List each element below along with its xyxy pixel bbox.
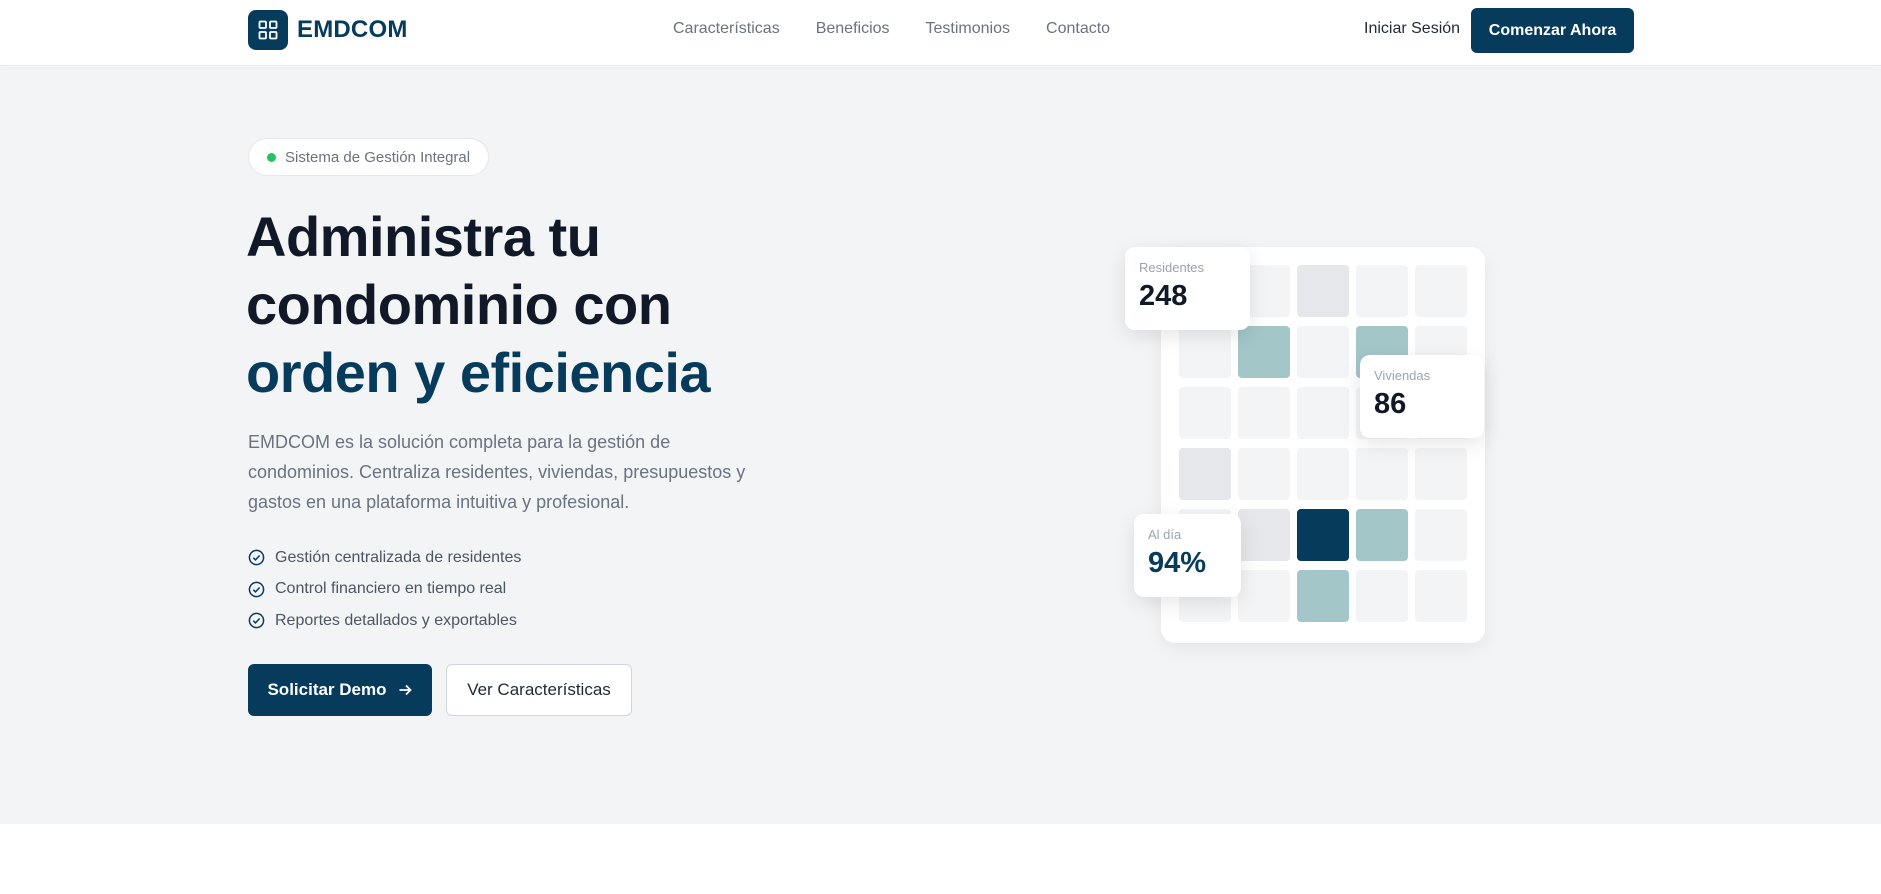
dashboard-grid-icon (248, 10, 288, 50)
top-navbar: EMDCOM Características Beneficios Testim… (0, 0, 1881, 66)
grid-cell (1297, 448, 1349, 500)
brand[interactable]: EMDCOM (248, 10, 408, 50)
grid-cell (1297, 570, 1349, 622)
feature-label: Gestión centralizada de residentes (275, 548, 522, 566)
grid-cell (1238, 570, 1290, 622)
grid-cell (1238, 448, 1290, 500)
feature-label: Reportes detallados y exportables (275, 611, 517, 629)
stat-card-residentes: Residentes 248 (1125, 247, 1250, 330)
stat-label: Viviendas (1374, 368, 1431, 383)
nav-link-caracteristicas[interactable]: Características (673, 20, 780, 38)
grid-cell (1179, 326, 1231, 378)
nav-links: Características Beneficios Testimonios C… (673, 20, 1110, 38)
status-badge: Sistema de Gestión Integral (248, 138, 490, 176)
stat-label: Residentes (1139, 260, 1205, 275)
grid-cell (1356, 265, 1408, 317)
start-now-button[interactable]: Comenzar Ahora (1471, 8, 1634, 53)
stat-value: 248 (1139, 280, 1188, 312)
grid-cell (1415, 509, 1467, 561)
grid-cell (1297, 387, 1349, 439)
grid-cell (1415, 265, 1467, 317)
grid-cell (1238, 326, 1290, 378)
stat-card-viviendas: Viviendas 86 (1360, 355, 1484, 438)
status-dot-icon (267, 152, 276, 162)
hero-title-line-3: orden y eficiencia (246, 341, 711, 404)
view-features-button[interactable]: Ver Características (446, 664, 632, 716)
stat-card-al-dia: Al día 94% (1134, 514, 1241, 597)
grid-cell (1356, 570, 1408, 622)
hero-title: Administra tu condominio con orden y efi… (246, 203, 711, 407)
hero-description: EMDCOM es la solución completa para la g… (248, 432, 746, 512)
stat-value: 86 (1374, 388, 1407, 420)
badge-label: Sistema de Gestión Integral (285, 148, 471, 166)
grid-cell (1297, 265, 1349, 317)
grid-cell (1356, 448, 1408, 500)
arrow-right-icon (399, 684, 412, 696)
check-circle-icon (248, 549, 265, 566)
grid-cell (1238, 387, 1290, 439)
nav-link-testimonios[interactable]: Testimonios (926, 20, 1010, 38)
feature-item: Reportes detallados y exportables (248, 605, 521, 637)
nav-link-contacto[interactable]: Contacto (1046, 20, 1110, 38)
feature-item: Gestión centralizada de residentes (248, 542, 521, 574)
hero-title-line-1: Administra tu (246, 205, 601, 268)
hero-title-line-2: condominio con (246, 273, 672, 336)
grid-cell (1297, 326, 1349, 378)
nav-link-beneficios[interactable]: Beneficios (816, 20, 890, 38)
stat-label: Al día (1148, 527, 1182, 542)
login-link[interactable]: Iniciar Sesión (1364, 20, 1460, 38)
request-demo-button[interactable]: Solicitar Demo (248, 664, 432, 716)
request-demo-label: Solicitar Demo (267, 680, 387, 699)
grid-cell (1415, 570, 1467, 622)
check-circle-icon (248, 581, 265, 598)
feature-item: Control financiero en tiempo real (248, 574, 521, 606)
grid-cell (1179, 448, 1231, 500)
grid-cell (1415, 448, 1467, 500)
grid-cell (1179, 387, 1231, 439)
feature-list: Gestión centralizada de residentes Contr… (248, 542, 521, 637)
grid-cell (1238, 509, 1290, 561)
feature-label: Control financiero en tiempo real (275, 580, 507, 598)
stat-value: 94% (1148, 547, 1207, 579)
hero-section: Sistema de Gestión Integral Administra t… (0, 67, 1881, 824)
brand-name: EMDCOM (297, 16, 408, 43)
grid-cell (1356, 509, 1408, 561)
grid-cell (1297, 509, 1349, 561)
check-circle-icon (248, 612, 265, 629)
